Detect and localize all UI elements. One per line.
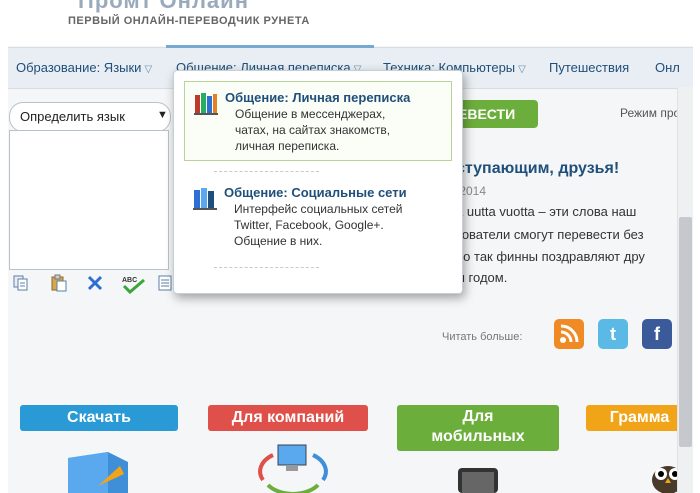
nav-item-label: Онл <box>655 60 680 75</box>
chevron-down-icon: ▽ <box>144 64 153 75</box>
translate-button-label: ЕВЕСТИ <box>458 106 516 122</box>
source-language-select[interactable]: Определить язык ▼ <box>9 102 171 132</box>
facebook-letter: f <box>654 324 660 344</box>
dropdown-arrow-icon: ▼ <box>157 109 168 121</box>
for-companies-banner[interactable]: Для компаний <box>208 405 368 431</box>
read-more-label: Читать больше: <box>442 331 523 343</box>
network-image <box>253 440 333 493</box>
news-text-line: ä uutta vuotta – эти слова наш <box>456 204 637 219</box>
nav-item-travel[interactable]: Путешествия <box>549 60 629 75</box>
spellcheck-icon[interactable]: ABC <box>120 274 148 295</box>
mobile-banner-line1: Для <box>462 408 494 425</box>
vertical-scrollbar[interactable] <box>677 87 693 493</box>
chevron-down-icon: ▽ <box>518 64 526 75</box>
mobile-banner-line2: мобильных <box>431 428 525 445</box>
dropdown-item-personal-correspondence[interactable]: Общение: Личная переписка Общение в месс… <box>184 81 452 161</box>
dropdown-item-title: Общение: Личная переписка <box>225 90 411 105</box>
dropdown-separator <box>214 171 319 172</box>
page-frame: Промт Онлайн ПЕРВЫЙ ОНЛАЙН-ПЕРЕВОДЧИК РУ… <box>8 0 693 493</box>
facebook-icon[interactable]: f <box>642 319 672 349</box>
dropdown-item-social-networks[interactable]: Общение: Социальные сети Интерфейс социа… <box>184 177 450 253</box>
mode-label[interactable]: Режим про <box>620 106 680 120</box>
dropdown-item-description: Интерфейс социальных сетей Twitter, Face… <box>234 201 402 249</box>
scrollbar-thumb[interactable] <box>679 217 692 447</box>
dropdown-item-description: Общение в мессенджерах, чатах, на сайтах… <box>235 106 390 154</box>
news-text-line: но так финны поздравляют дру <box>456 249 645 264</box>
nav-item-education[interactable]: Образование: Языки ▽ <box>16 60 152 75</box>
download-box-image <box>58 448 138 493</box>
active-nav-indicator <box>166 45 374 48</box>
twitter-icon[interactable]: t <box>598 319 628 349</box>
language-select-value: Определить язык <box>20 109 125 124</box>
phone-image <box>448 463 508 493</box>
copy-icon[interactable] <box>12 274 30 292</box>
book-icon <box>192 185 218 211</box>
site-logo[interactable]: Промт Онлайн <box>78 0 249 14</box>
site-tagline: ПЕРВЫЙ ОНЛАЙН-ПЕРЕВОДЧИК РУНЕТА <box>68 15 310 27</box>
description-line: чатах, на сайтах знакомств, <box>235 123 391 137</box>
paste-icon[interactable] <box>50 274 68 292</box>
description-line: Общение в них. <box>234 234 323 248</box>
description-line: Общение в мессенджерах, <box>235 107 386 121</box>
news-text-line: зователи смогут перевести без <box>456 227 644 242</box>
document-icon[interactable] <box>156 274 174 292</box>
description-line: Интерфейс социальных сетей <box>234 202 403 216</box>
download-banner[interactable]: Скачать <box>20 405 178 431</box>
clear-icon[interactable] <box>86 274 104 292</box>
dropdown-item-title: Общение: Социальные сети <box>224 185 407 200</box>
nav-item-label: Образование: Языки <box>16 60 142 75</box>
twitter-letter: t <box>610 324 616 344</box>
news-title[interactable]: ступающим, друзья! <box>456 160 619 178</box>
source-text-input[interactable] <box>9 130 169 270</box>
svg-text:ABC: ABC <box>122 277 137 284</box>
news-text-line: м годом. <box>456 270 508 285</box>
for-mobile-banner[interactable]: Для мобильных <box>397 405 559 451</box>
dropdown-separator <box>214 267 319 268</box>
nav-dropdown-menu: Общение: Личная переписка Общение в месс… <box>173 70 463 294</box>
book-icon <box>193 90 219 116</box>
site-header: Промт Онлайн ПЕРВЫЙ ОНЛАЙН-ПЕРЕВОДЧИК РУ… <box>8 0 693 46</box>
rss-icon[interactable] <box>554 319 584 349</box>
nav-item-label: Путешествия <box>549 60 630 75</box>
nav-item-online[interactable]: Онл <box>655 60 680 75</box>
description-line: Twitter, Facebook, Google+. <box>234 218 384 232</box>
description-line: личная переписка. <box>235 139 340 153</box>
